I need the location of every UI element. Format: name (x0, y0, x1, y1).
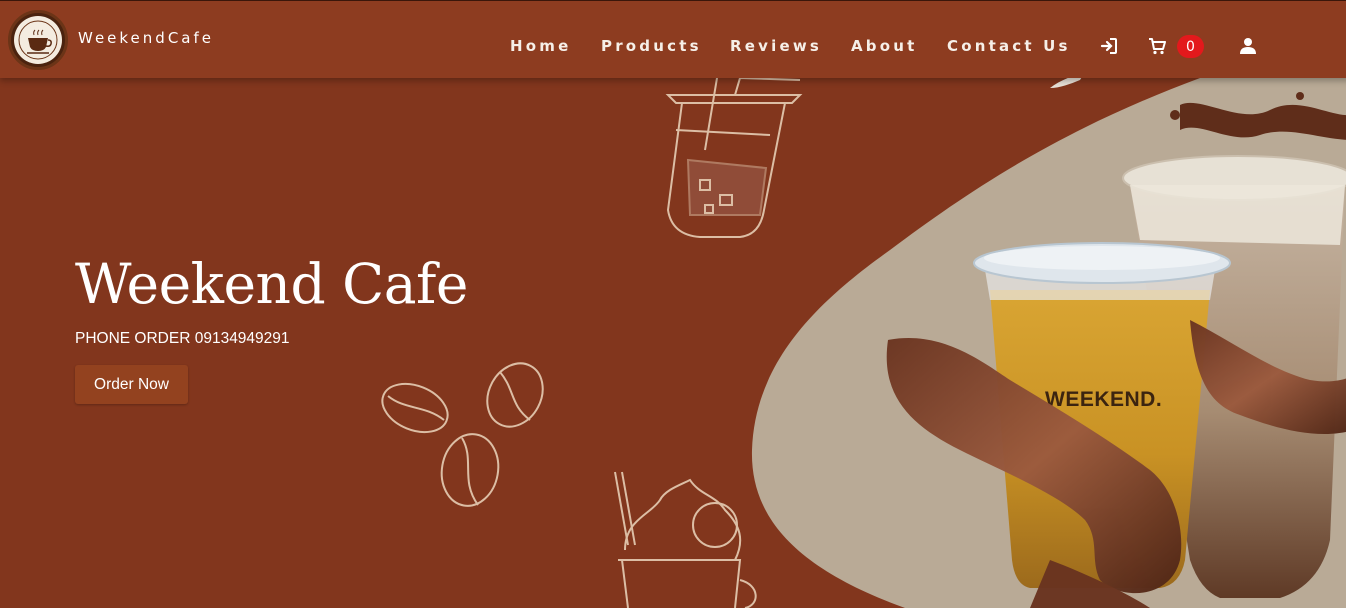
scrollbar[interactable] (1346, 0, 1354, 608)
coffee-cup-icon (14, 16, 62, 64)
phone-order-text: PHONE ORDER 09134949291 (75, 330, 290, 347)
cup-label: WEEKEND. (1045, 388, 1162, 411)
order-now-button[interactable]: Order Now (75, 365, 188, 404)
nav-about[interactable]: About (851, 37, 918, 55)
sign-in-icon[interactable] (1100, 37, 1118, 55)
navbar: WeekendCafe Home Products Reviews About … (0, 0, 1354, 78)
cart-count-badge[interactable]: 0 (1177, 35, 1204, 58)
hero-title: Weekend Cafe (75, 252, 468, 316)
brand[interactable]: WeekendCafe (8, 10, 214, 70)
nav-home[interactable]: Home (510, 37, 571, 55)
brand-name[interactable]: WeekendCafe (78, 29, 214, 47)
cart-icon[interactable] (1148, 37, 1166, 55)
hero-section: WEEKEND. Weekend Cafe PHONE ORDER 091349… (0, 0, 1354, 608)
nav-products[interactable]: Products (601, 37, 702, 55)
nav-reviews[interactable]: Reviews (730, 37, 822, 55)
whipped-drink-sketch (614, 471, 757, 608)
user-icon[interactable] (1239, 37, 1257, 55)
coffee-beans-sketch (381, 362, 544, 507)
nav-contact-us[interactable]: Contact Us (947, 37, 1071, 55)
logo[interactable] (8, 10, 68, 70)
iced-drink-sketch (665, 59, 803, 238)
